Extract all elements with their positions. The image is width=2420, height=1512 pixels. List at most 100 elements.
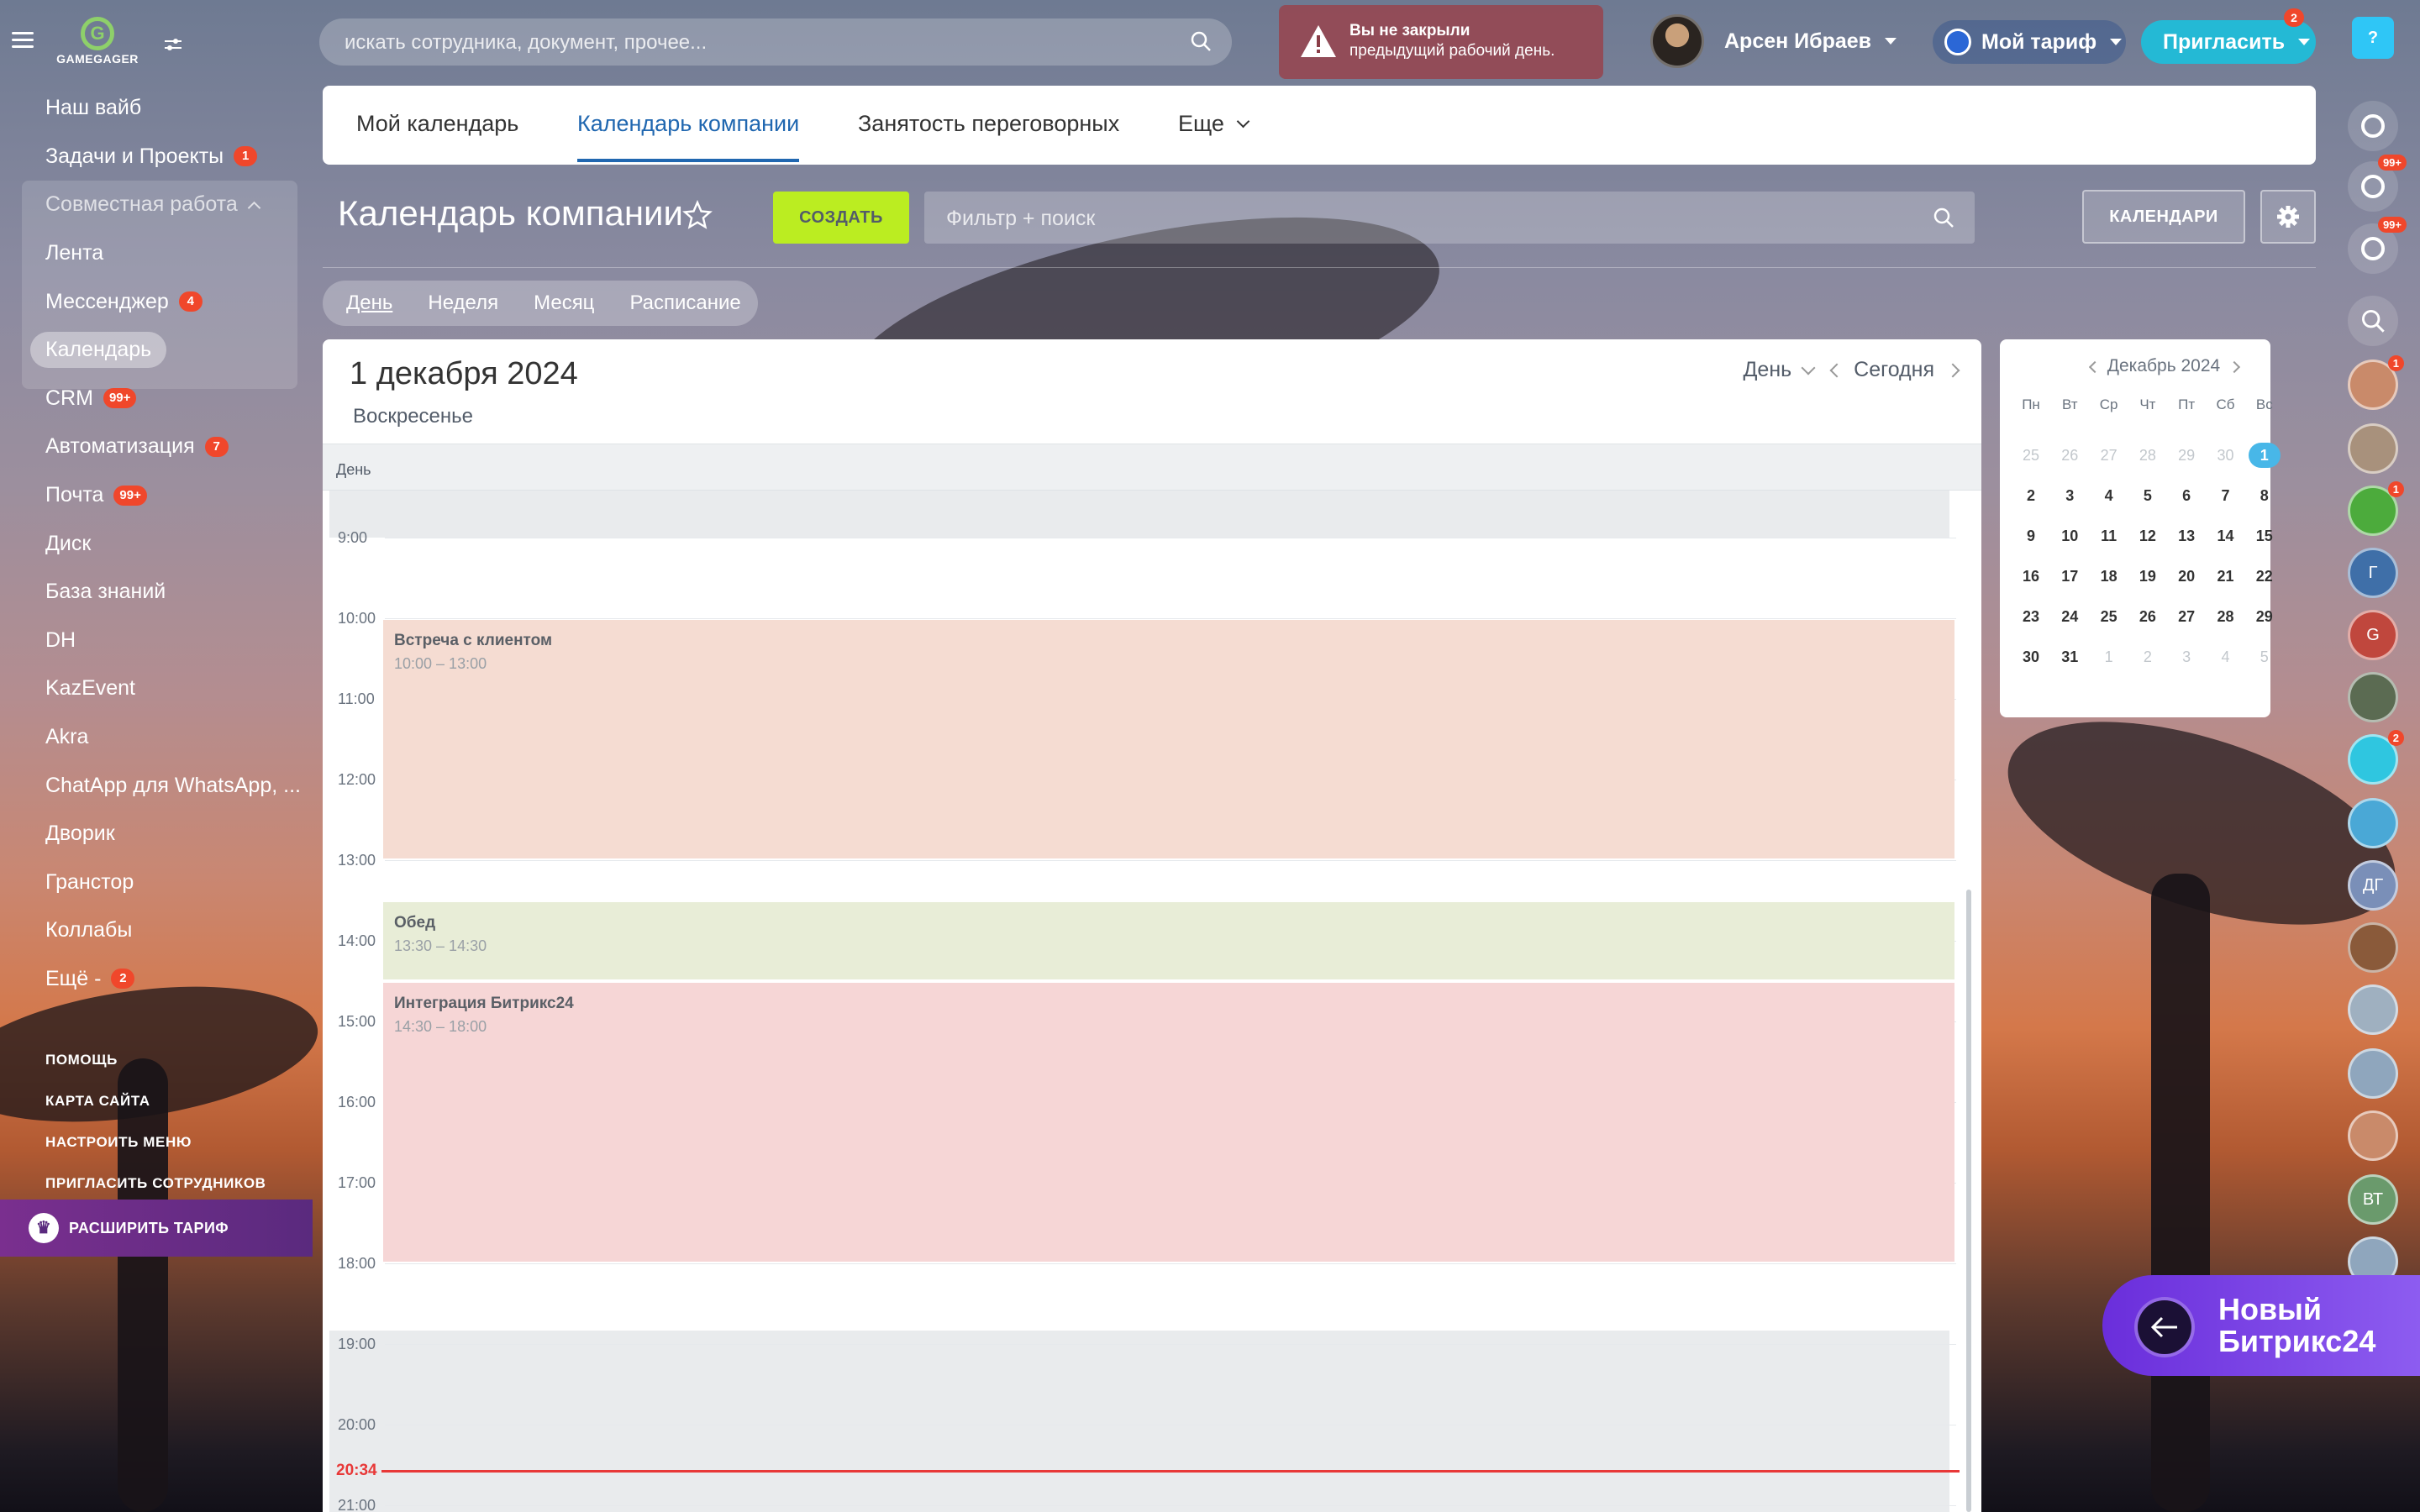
customize-menu-link[interactable]: НАСТРОИТЬ МЕНЮ: [45, 1134, 192, 1151]
invite-employees-link[interactable]: ПРИГЛАСИТЬ СОТРУДНИКОВ: [45, 1175, 266, 1192]
avatar[interactable]: [2348, 672, 2398, 722]
notifications-icon[interactable]: 99+: [2348, 155, 2407, 212]
mini-calendar-day[interactable]: 2: [2128, 648, 2167, 666]
chat-bubble-icon[interactable]: 2: [2348, 730, 2404, 785]
sidebar-item[interactable]: Диск: [0, 519, 313, 568]
today-button[interactable]: Сегодня: [1854, 358, 1934, 382]
prev-arrow-icon[interactable]: [1829, 363, 1844, 377]
sidebar-item[interactable]: Ещё - 2: [0, 955, 313, 1004]
contact-card-icon[interactable]: 1: [2348, 481, 2404, 536]
mini-calendar-day[interactable]: 30: [2207, 447, 2245, 465]
mini-calendar-day[interactable]: 4: [2207, 648, 2245, 666]
mini-calendar-day[interactable]: 27: [2090, 447, 2128, 465]
mini-calendar-day[interactable]: 25: [2012, 447, 2050, 465]
mini-calendar-day[interactable]: 21: [2207, 568, 2245, 585]
sidebar-item[interactable]: KazEvent: [0, 664, 313, 713]
mini-calendar-day[interactable]: 22: [2245, 568, 2284, 585]
tab-more[interactable]: Еще: [1178, 111, 1250, 137]
mini-calendar-day[interactable]: 27: [2167, 608, 2206, 626]
support-icon[interactable]: [2348, 798, 2398, 848]
hour-grid[interactable]: 9:00 10:00 11:00 12:00 13:00 14:00 15:00 16:00 1…: [323, 491, 1981, 1512]
mini-calendar-day[interactable]: 5: [2245, 648, 2284, 666]
mini-calendar-day[interactable]: 9: [2012, 528, 2050, 545]
sidebar-item[interactable]: Задачи и Проекты 1: [0, 133, 313, 181]
sidebar-item[interactable]: Дворик: [0, 810, 313, 858]
avatar[interactable]: [2348, 984, 2398, 1035]
help-link[interactable]: ПОМОЩЬ: [45, 1052, 118, 1068]
sidebar-item[interactable]: CRM 99+: [0, 375, 313, 423]
sidebar-item[interactable]: Akra: [0, 713, 313, 762]
mini-calendar-day[interactable]: 2: [2012, 487, 2050, 505]
sidebar-item[interactable]: База знаний: [0, 568, 313, 617]
mini-calendar-day[interactable]: 28: [2128, 447, 2167, 465]
mini-calendar-day[interactable]: 23: [2012, 608, 2050, 626]
next-month-icon[interactable]: [2228, 360, 2241, 374]
tab-my-calendar[interactable]: Мой календарь: [356, 111, 518, 137]
calendars-button[interactable]: КАЛЕНДАРИ: [2082, 190, 2245, 244]
mini-calendar-day[interactable]: 6: [2167, 487, 2206, 505]
favorite-star-icon[interactable]: [682, 200, 713, 230]
sidebar-item[interactable]: Коллабы: [0, 906, 313, 955]
mini-calendar-day[interactable]: 12: [2128, 528, 2167, 545]
chat-icon[interactable]: 99+: [2348, 217, 2407, 274]
avatar[interactable]: [2348, 423, 2398, 474]
avatar[interactable]: [2348, 1110, 2398, 1161]
mini-calendar-day[interactable]: 11: [2090, 528, 2128, 545]
mini-calendar-day[interactable]: 26: [2050, 447, 2089, 465]
new-bitrix-promo[interactable]: Новый Битрикс24: [2102, 1275, 2420, 1376]
mini-calendar-day[interactable]: 20: [2167, 568, 2206, 585]
avatar[interactable]: Г: [2348, 548, 2398, 598]
view-month[interactable]: Месяц: [534, 291, 594, 315]
mini-calendar-day[interactable]: 7: [2207, 487, 2245, 505]
mini-calendar-day[interactable]: 3: [2050, 487, 2089, 505]
sidebar-item[interactable]: DH: [0, 617, 313, 665]
view-day[interactable]: День: [346, 291, 392, 315]
scrollbar[interactable]: [1966, 890, 1971, 1512]
sidebar-item[interactable]: Автоматизация 7: [0, 423, 313, 471]
avatar[interactable]: ДГ: [2348, 860, 2398, 911]
settings-sliders-icon[interactable]: [163, 35, 183, 54]
contact-card-icon[interactable]: [2348, 1048, 2398, 1099]
pulse-icon[interactable]: [2348, 101, 2398, 151]
workday-warning[interactable]: Вы не закрыли предыдущий рабочий день.: [1279, 5, 1603, 79]
avatar[interactable]: [2348, 922, 2398, 973]
calendar-event[interactable]: Обед 13:30 – 14:30: [383, 902, 1954, 979]
sidebar-item[interactable]: Мессенджер 4: [0, 277, 313, 326]
mini-calendar-day[interactable]: 25: [2090, 608, 2128, 626]
sidebar-item[interactable]: Совместная работа: [0, 181, 313, 229]
global-search-input[interactable]: искать сотрудника, документ, прочее...: [319, 18, 1232, 66]
mini-calendar-day[interactable]: 29: [2245, 608, 2284, 626]
sidebar-item[interactable]: Гранстор: [0, 858, 313, 907]
mini-calendar-day[interactable]: 14: [2207, 528, 2245, 545]
sidebar-item[interactable]: Календарь: [0, 326, 313, 375]
mini-calendar-day[interactable]: 10: [2050, 528, 2089, 545]
sitemap-link[interactable]: КАРТА САЙТА: [45, 1093, 150, 1110]
mini-calendar-day[interactable]: 15: [2245, 528, 2284, 545]
mini-calendar-day[interactable]: 17: [2050, 568, 2089, 585]
next-arrow-icon[interactable]: [1945, 363, 1960, 377]
tab-company-calendar[interactable]: Календарь компании: [577, 111, 800, 162]
upgrade-plan-button[interactable]: ♛ РАСШИРИТЬ ТАРИФ: [0, 1200, 313, 1257]
calendar-event[interactable]: Встреча с клиентом 10:00 – 13:00: [383, 620, 1954, 858]
mini-calendar-day[interactable]: 1: [2090, 648, 2128, 666]
company-logo[interactable]: G GAMEGAGER: [54, 17, 141, 69]
mini-calendar-day[interactable]: 3: [2167, 648, 2206, 666]
help-icon[interactable]: ?: [2352, 17, 2394, 59]
tab-meeting-rooms[interactable]: Занятость переговорных: [858, 111, 1119, 137]
mini-calendar-day[interactable]: 8: [2245, 487, 2284, 505]
mode-select[interactable]: День: [1744, 358, 1792, 382]
mini-calendar-day[interactable]: 26: [2128, 608, 2167, 626]
calendar-settings-button[interactable]: [2260, 190, 2316, 244]
sidebar-item[interactable]: Лента: [0, 229, 313, 278]
mini-calendar-day[interactable]: 30: [2012, 648, 2050, 666]
view-schedule[interactable]: Расписание: [629, 291, 740, 315]
sidebar-item[interactable]: Наш вайб: [0, 84, 313, 133]
create-button[interactable]: СОЗДАТЬ: [773, 192, 909, 244]
filter-search-input[interactable]: Фильтр + поиск: [924, 192, 1975, 244]
mini-calendar-day[interactable]: 28: [2207, 608, 2245, 626]
mini-calendar-day[interactable]: 4: [2090, 487, 2128, 505]
mini-calendar-day[interactable]: 18: [2090, 568, 2128, 585]
sidebar-item[interactable]: ChatApp для WhatsApp, ...: [0, 761, 313, 810]
tariff-button[interactable]: Мой тариф: [1933, 20, 2126, 64]
search-icon[interactable]: [2348, 296, 2398, 346]
